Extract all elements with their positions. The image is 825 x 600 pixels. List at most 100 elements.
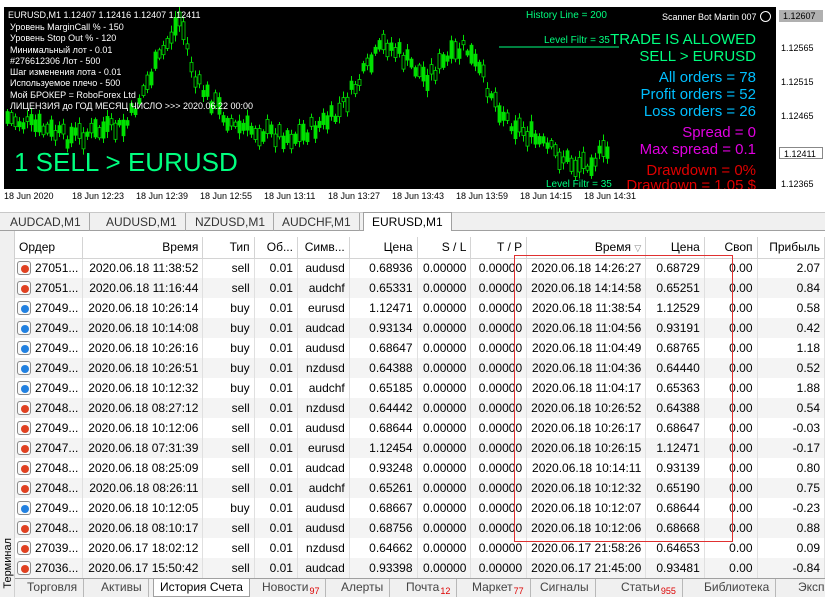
cell-open-price: 0.65331 [349, 278, 418, 298]
cell-order: 27049... [15, 358, 84, 378]
scanner-label: Scanner Bot Martin 007 [662, 12, 757, 22]
terminal-tab[interactable]: Статьи955 [615, 579, 683, 597]
chart-window[interactable]: EURUSD,M1 1.12407 1.12416 1.12407 1.1241… [0, 0, 825, 212]
col-sl[interactable]: S / L [417, 237, 472, 259]
candle-body [573, 159, 578, 177]
terminal-tab[interactable]: Почта12 [400, 579, 458, 597]
cell-open-price: 0.68936 [349, 258, 418, 278]
order-number: 27039... [35, 541, 79, 555]
cell-open-price: 0.93134 [349, 318, 418, 338]
col-profit[interactable]: Прибыль [757, 237, 825, 259]
col-open-time[interactable]: Время [82, 237, 204, 259]
candle-body [125, 120, 130, 126]
cell-open-time: 2020.06.17 15:50:42 [82, 558, 204, 578]
sell-order-icon [17, 561, 31, 575]
candle-body [33, 119, 38, 132]
candle-body [237, 120, 242, 134]
candle-body [309, 116, 314, 127]
candle-body [329, 105, 334, 117]
terminal-tab[interactable]: Сигналы [534, 579, 596, 597]
terminal-tab[interactable]: Библиотека [698, 579, 777, 597]
time-axis[interactable]: 18 Jun 2020 18 Jun 12:23 18 Jun 12:39 18… [4, 189, 776, 203]
chart-tab-audusd[interactable]: AUDUSD,M1 [98, 213, 186, 231]
price-tick: 1.12465 [781, 111, 814, 121]
chart-plot-area[interactable]: EURUSD,M1 1.12407 1.12416 1.12407 1.1241… [4, 7, 776, 189]
terminal-tabs: Торговля Активы История Счета Новости97 Алер… [15, 578, 825, 597]
terminal-side-bar[interactable]: Терминал [0, 231, 15, 597]
candle-body [457, 48, 462, 59]
max-spread-label: Max spread = 0.1 [639, 141, 756, 158]
cell-open-price: 0.68644 [349, 418, 418, 438]
candle-body [437, 53, 442, 70]
terminal-tab[interactable]: Эксперты [792, 579, 825, 597]
candle-body [361, 63, 366, 72]
candle-body [449, 40, 454, 59]
order-number: 27048... [35, 521, 79, 535]
time-tick: 18 Jun 12:55 [200, 191, 253, 201]
candle-body [581, 151, 586, 169]
order-number: 27051... [35, 261, 79, 276]
cell-open-price: 0.68756 [349, 518, 418, 538]
col-type[interactable]: Тип [202, 237, 255, 259]
chart-tab-eurusd[interactable]: EURUSD,M1 [363, 212, 452, 231]
time-tick: 18 Jun 13:43 [392, 191, 445, 201]
order-number: 27047... [35, 441, 79, 455]
chart-tab-audchf[interactable]: AUDCHF,M1 [274, 213, 360, 231]
candle-body [533, 133, 538, 145]
table-row[interactable]: 27036... 2020.06.17 15:50:42 sell 0.01 audca… [15, 558, 825, 578]
cell-sl: 0.00000 [417, 318, 472, 338]
terminal-tab[interactable]: Новости97 [256, 579, 327, 597]
cell-profit: 1.88 [757, 378, 825, 398]
cell-open-price: 0.93398 [349, 558, 418, 578]
candle-body [565, 150, 570, 162]
price-axis[interactable]: 1.12607 1.12565 1.12515 1.12465 1.12411 … [776, 7, 825, 189]
candle-body [341, 97, 346, 103]
col-open-price[interactable]: Цена [349, 237, 418, 259]
cell-open-time: 2020.06.18 07:31:39 [82, 438, 204, 458]
cell-sl: 0.00000 [417, 498, 472, 518]
terminal-tab[interactable]: Маркет77 [466, 579, 531, 597]
cell-open-price: 1.12471 [349, 298, 418, 318]
candle-body [369, 54, 374, 73]
time-tick: 18 Jun 13:59 [456, 191, 509, 201]
price-tick: 1.12365 [781, 179, 814, 189]
time-tick: 18 Jun 14:15 [520, 191, 573, 201]
cell-type: buy [202, 298, 255, 318]
cell-order: 27049... [15, 318, 84, 338]
ea-info-line: ЛИЦЕНЗИЯ до ГОД МЕСЯЦ ЧИСЛО >>> 2020.06.… [10, 101, 254, 112]
terminal-panel: Терминал Ордер Время Тип Об... Симв... Ц… [0, 231, 825, 597]
candle-body [417, 64, 422, 78]
col-symbol[interactable]: Симв... [297, 237, 350, 259]
candle-body [221, 115, 226, 123]
col-volume[interactable]: Об... [254, 237, 298, 259]
cell-order: 27047... [15, 438, 84, 458]
terminal-tab[interactable]: Активы [95, 579, 149, 597]
cell-sl: 0.00000 [417, 538, 472, 558]
terminal-tab[interactable]: Алерты [335, 579, 391, 597]
order-number: 27049... [35, 421, 79, 435]
chart-tab-nzdusd[interactable]: NZDUSD,M1 [187, 213, 275, 231]
cell-open-time: 2020.06.18 08:10:17 [82, 518, 204, 538]
sort-desc-icon: ▽ [634, 243, 642, 254]
cell-order: 27036... [15, 558, 84, 578]
buy-order-icon [17, 321, 31, 335]
col-order[interactable]: Ордер [15, 237, 84, 259]
cell-order: 27048... [15, 458, 84, 478]
cell-symbol: audcad [297, 318, 350, 338]
cell-open-price: 0.64388 [349, 358, 418, 378]
time-tick: 18 Jun 14:31 [584, 191, 637, 201]
candle-body [17, 121, 22, 128]
chart-tab-audcad[interactable]: AUDCAD,M1 [2, 213, 90, 231]
cell-order: 27048... [15, 398, 84, 418]
cell-type: sell [202, 518, 255, 538]
ea-info-line: #276612306 Лот - 500 [10, 55, 101, 66]
candle-body [453, 41, 458, 60]
cell-type: sell [202, 438, 255, 458]
cell-symbol: nzdusd [297, 538, 350, 558]
terminal-tab[interactable]: История Счета [153, 579, 250, 597]
terminal-tab-label: Торговля [27, 580, 78, 594]
order-number: 27049... [35, 321, 79, 335]
terminal-tab[interactable]: Торговля [21, 579, 85, 597]
candle-body [409, 58, 414, 68]
cell-type: buy [202, 498, 255, 518]
